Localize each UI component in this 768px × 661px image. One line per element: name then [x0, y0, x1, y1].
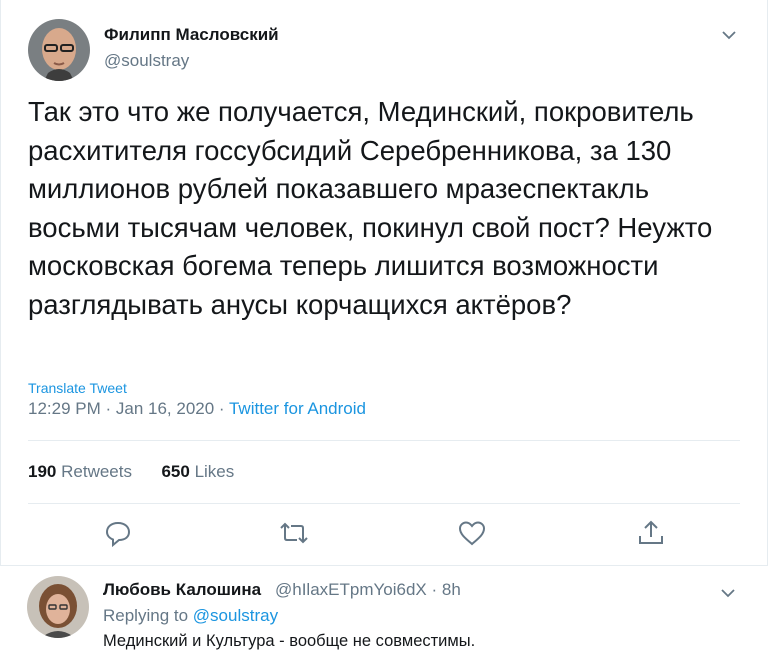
reply-text: Мединский и Культура - вообще не совмест… [103, 632, 476, 650]
tweet-timestamp[interactable]: 12:29 PM · Jan 16, 2020 · [28, 399, 229, 418]
retweets-label[interactable]: Retweets [61, 462, 132, 481]
likes-count[interactable]: 650 [161, 462, 189, 481]
reply-author-name[interactable]: Любовь Калошина [103, 580, 261, 600]
retweets-count[interactable]: 190 [28, 462, 56, 481]
retweet-icon[interactable] [277, 518, 311, 552]
reply-avatar[interactable] [27, 576, 89, 638]
author-name[interactable]: Филипп Масловский [104, 25, 279, 45]
divider [28, 440, 740, 441]
tweet-source-link[interactable]: Twitter for Android [229, 399, 366, 418]
chevron-down-icon[interactable] [721, 28, 737, 46]
replying-prefix: Replying to [103, 606, 193, 625]
reply-icon[interactable] [103, 518, 137, 552]
like-icon[interactable] [457, 518, 491, 552]
translate-tweet-link[interactable]: Translate Tweet [28, 380, 127, 396]
main-tweet: Филипп Масловский @soulstray Так это что… [0, 0, 768, 566]
author-avatar[interactable] [28, 19, 90, 81]
reply-author-handle[interactable]: @hIlaxETpmYoi6dX · 8h [275, 580, 461, 600]
divider [28, 503, 740, 504]
replying-to: Replying to @soulstray [103, 606, 278, 626]
chevron-down-icon[interactable] [720, 586, 736, 604]
likes-label[interactable]: Likes [195, 462, 235, 481]
author-handle[interactable]: @soulstray [104, 51, 189, 71]
replying-to-handle[interactable]: @soulstray [193, 606, 278, 625]
tweet-stats: 190 Retweets 650 Likes [28, 462, 234, 482]
tweet-text: Так это что же получается, Мединский, по… [28, 96, 713, 320]
tweet-meta: 12:29 PM · Jan 16, 2020 · Twitter for An… [28, 399, 366, 419]
share-icon[interactable] [636, 518, 670, 552]
